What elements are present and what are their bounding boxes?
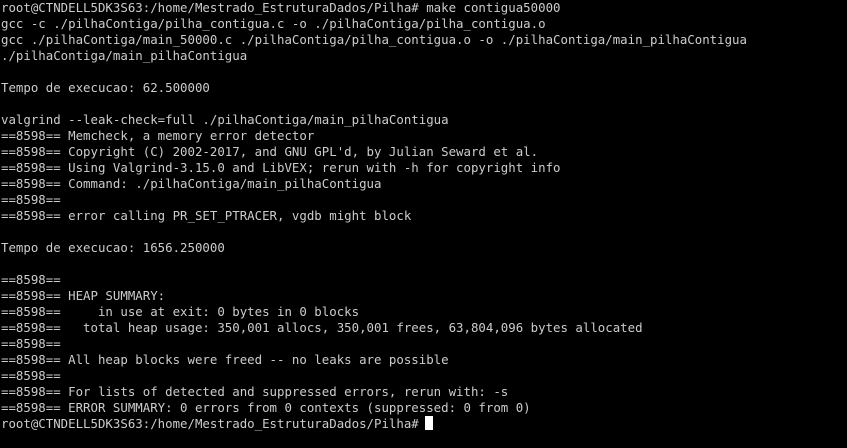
terminal-output-line: ==8598==	[1, 368, 61, 383]
terminal-output-line: ==8598==	[1, 272, 61, 287]
terminal-output-line: ==8598== Command: ./pilhaContiga/main_pi…	[1, 176, 382, 191]
terminal-output: root@CTNDELL5DK3S63:/home/Mestrado_Estru…	[1, 0, 847, 416]
terminal-output-line: root@CTNDELL5DK3S63:/home/Mestrado_Estru…	[1, 0, 561, 15]
terminal-output-line: ==8598== All heap blocks were freed -- n…	[1, 352, 449, 367]
terminal-output-line: ==8598== HEAP SUMMARY:	[1, 288, 166, 303]
terminal-output-line: valgrind --leak-check=full ./pilhaContig…	[1, 112, 449, 127]
terminal-output-line: ==8598== Copyright (C) 2002-2017, and GN…	[1, 144, 539, 159]
terminal-output-line: Tempo de execucao: 1656.250000	[1, 240, 225, 255]
terminal-output-line: ==8598== Using Valgrind-3.15.0 and LibVE…	[1, 160, 561, 175]
terminal-prompt: root@CTNDELL5DK3S63:/home/Mestrado_Estru…	[1, 416, 419, 431]
terminal-output-line: gcc ./pilhaContiga/main_50000.c ./pilhaC…	[1, 32, 747, 47]
terminal-output-line: ==8598== error calling PR_SET_PTRACER, v…	[1, 208, 412, 223]
terminal-output-line: ./pilhaContiga/main_pilhaContigua	[1, 48, 248, 63]
terminal-output-line: ==8598== total heap usage: 350,001 alloc…	[1, 320, 643, 335]
terminal-prompt-line[interactable]: root@CTNDELL5DK3S63:/home/Mestrado_Estru…	[1, 416, 847, 432]
terminal-output-line: ==8598==	[1, 192, 61, 207]
terminal-output-line: Tempo de execucao: 62.500000	[1, 80, 210, 95]
terminal-cursor	[424, 416, 433, 430]
terminal-output-line: gcc -c ./pilhaContiga/pilha_contigua.c -…	[1, 16, 546, 31]
terminal-output-line: ==8598== For lists of detected and suppr…	[1, 384, 509, 399]
terminal-output-line: ==8598==	[1, 336, 61, 351]
terminal-output-line: ==8598== in use at exit: 0 bytes in 0 bl…	[1, 304, 360, 319]
terminal-output-line: ==8598== Memcheck, a memory error detect…	[1, 128, 315, 143]
terminal-window[interactable]: root@CTNDELL5DK3S63:/home/Mestrado_Estru…	[0, 0, 847, 448]
terminal-output-line: ==8598== ERROR SUMMARY: 0 errors from 0 …	[1, 400, 531, 415]
